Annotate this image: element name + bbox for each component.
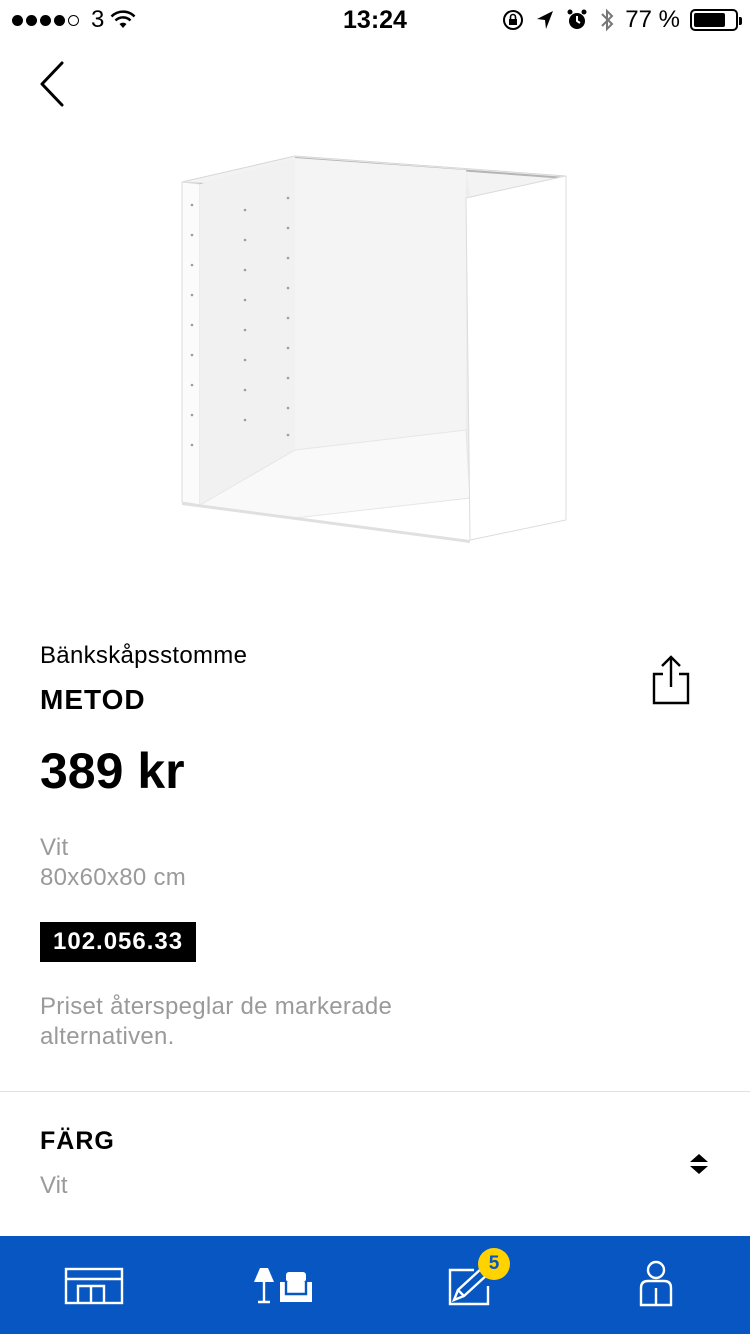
product-color: Vit [40, 834, 69, 861]
option-title: FÄRG [40, 1127, 115, 1155]
price-note: Priset återspeglar de markerade alternat… [40, 993, 393, 1050]
back-button[interactable] [32, 58, 76, 110]
option-value: Vit [40, 1172, 68, 1199]
rotation-lock-icon [503, 10, 524, 30]
article-number: 102.056.33 [40, 922, 197, 962]
location-arrow-icon [537, 11, 554, 29]
product-name: METOD [40, 684, 146, 715]
tab-bar: 5 [0, 1236, 750, 1334]
products-icon [254, 1268, 312, 1304]
alarm-icon [567, 9, 587, 29]
product-dimensions: 80x60x80 cm [40, 864, 187, 891]
up-down-arrows-icon[interactable] [688, 1152, 710, 1176]
divider [0, 1091, 750, 1092]
bluetooth-icon [601, 8, 614, 32]
tab-products[interactable] [222, 1236, 342, 1334]
tab-profile[interactable] [596, 1236, 716, 1334]
tab-shopping-list[interactable]: 5 [410, 1236, 530, 1334]
room-icon [64, 1267, 124, 1305]
status-icons: 77 % [501, 6, 742, 34]
tab-room[interactable] [34, 1236, 154, 1334]
battery-icon [690, 9, 742, 31]
status-bar: 3 13:24 77 % [0, 0, 750, 40]
product-category: Bänkskåpsstomme [40, 642, 248, 669]
profile-icon [639, 1260, 673, 1307]
cart-count-badge: 5 [478, 1248, 510, 1280]
battery-percent: 77 % [625, 6, 680, 33]
share-icon[interactable] [650, 654, 692, 706]
product-image [181, 155, 567, 543]
battery-level [694, 13, 725, 27]
product-price: 389 kr [40, 743, 185, 799]
